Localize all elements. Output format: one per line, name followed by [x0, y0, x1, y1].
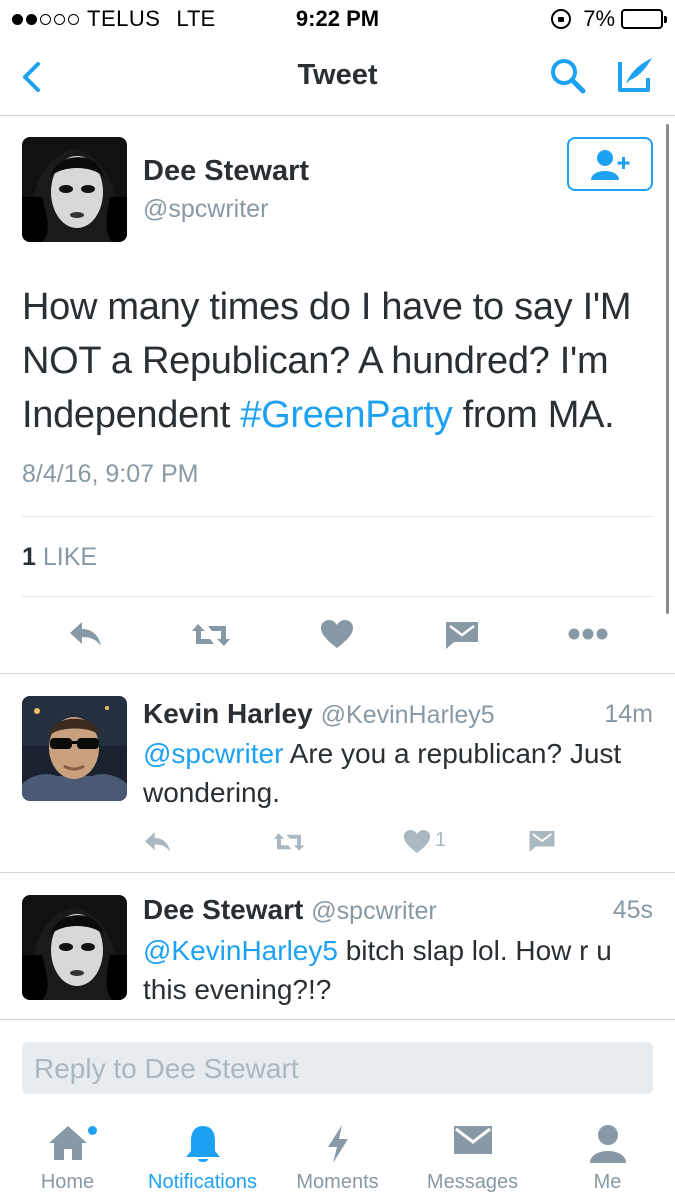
reply-author-handle: @KevinHarley5 [320, 701, 495, 729]
reply-input[interactable]: Reply to Dee Stewart [22, 1042, 653, 1094]
divider [0, 1019, 675, 1020]
lightning-icon [327, 1125, 348, 1163]
heart-icon[interactable] [320, 619, 354, 649]
reply-tweet[interactable]: Dee Stewart @spcwriter 45s @KevinHarley5 … [0, 873, 675, 1019]
home-icon [48, 1126, 87, 1160]
hashtag-link[interactable]: #GreenParty [240, 394, 452, 436]
reply-like-count: 1 [435, 829, 447, 851]
tab-messages[interactable]: Messages [405, 1105, 540, 1200]
tab-me[interactable]: Me [540, 1105, 675, 1200]
search-icon[interactable] [548, 56, 588, 96]
like-count: 1 [22, 543, 36, 571]
nav-bar: Tweet [0, 38, 675, 116]
status-bar: TELUS LTE 9:22 PM 7% [0, 0, 675, 38]
tab-label: Notifications [148, 1171, 257, 1193]
compose-tweet-icon[interactable] [612, 54, 656, 98]
retweet-icon[interactable] [190, 620, 232, 650]
envelope-icon [453, 1126, 492, 1154]
rotation-lock-icon [551, 9, 572, 29]
tab-moments[interactable]: Moments [270, 1105, 405, 1200]
battery-icon [621, 9, 667, 29]
reply-text: @KevinHarley5 bitch slap lol. How r u th… [143, 931, 653, 1009]
bell-icon [185, 1126, 220, 1162]
mention-link[interactable]: @spcwriter [143, 738, 283, 769]
person-icon [589, 1125, 626, 1163]
add-user-icon [591, 150, 630, 180]
reply-age: 14m [604, 700, 653, 728]
scrollbar[interactable] [666, 124, 669, 614]
tab-bar: Home Notifications Moments Messages Me [0, 1105, 675, 1200]
battery-percent: 7% [583, 6, 615, 31]
reply-age: 45s [612, 896, 653, 924]
heart-icon[interactable] [403, 829, 431, 854]
reply-icon[interactable] [143, 829, 173, 855]
reply-author-display-name: Dee Stewart [143, 894, 304, 925]
reply-author-name[interactable]: Dee Stewart @spcwriter [143, 894, 437, 926]
reply-tweet[interactable]: Kevin Harley @KevinHarley5 14m @spcwriter… [0, 674, 675, 872]
reply-author-handle: @spcwriter [311, 897, 437, 925]
follow-button[interactable] [567, 137, 653, 191]
retweet-icon[interactable] [272, 830, 306, 854]
reply-input-placeholder: Reply to Dee Stewart [34, 1053, 299, 1084]
tab-home[interactable]: Home [0, 1105, 135, 1200]
author-name[interactable]: Dee Stewart [143, 155, 309, 188]
author-handle[interactable]: @spcwriter [143, 195, 268, 224]
reply-text: @spcwriter Are you a republican? Just wo… [143, 734, 653, 812]
tab-label: Home [40, 1171, 95, 1193]
message-icon[interactable] [528, 829, 556, 853]
like-summary[interactable]: 1 LIKE [22, 543, 97, 572]
avatar[interactable] [22, 137, 127, 242]
divider [22, 516, 653, 517]
reply-author-name[interactable]: Kevin Harley @KevinHarley5 [143, 698, 495, 730]
tweet-text-end: from MA. [452, 394, 615, 436]
tab-label: Me [593, 1171, 622, 1193]
message-icon[interactable] [444, 620, 480, 650]
avatar[interactable] [22, 696, 127, 801]
home-badge-dot [88, 1126, 97, 1135]
status-right: 7% [551, 6, 667, 32]
tab-label: Messages [426, 1171, 519, 1193]
more-icon[interactable] [568, 627, 608, 641]
divider [22, 596, 653, 597]
reply-author-display-name: Kevin Harley [143, 698, 313, 729]
avatar[interactable] [22, 895, 127, 1000]
like-label: LIKE [42, 543, 98, 571]
reply-icon[interactable] [68, 618, 104, 650]
tweet-text: How many times do I have to say I'M NOT … [22, 280, 662, 442]
tab-notifications[interactable]: Notifications [135, 1105, 270, 1200]
mention-link[interactable]: @KevinHarley5 [143, 935, 338, 966]
tweet-timestamp: 8/4/16, 9:07 PM [22, 460, 199, 488]
tab-label: Moments [296, 1171, 379, 1193]
